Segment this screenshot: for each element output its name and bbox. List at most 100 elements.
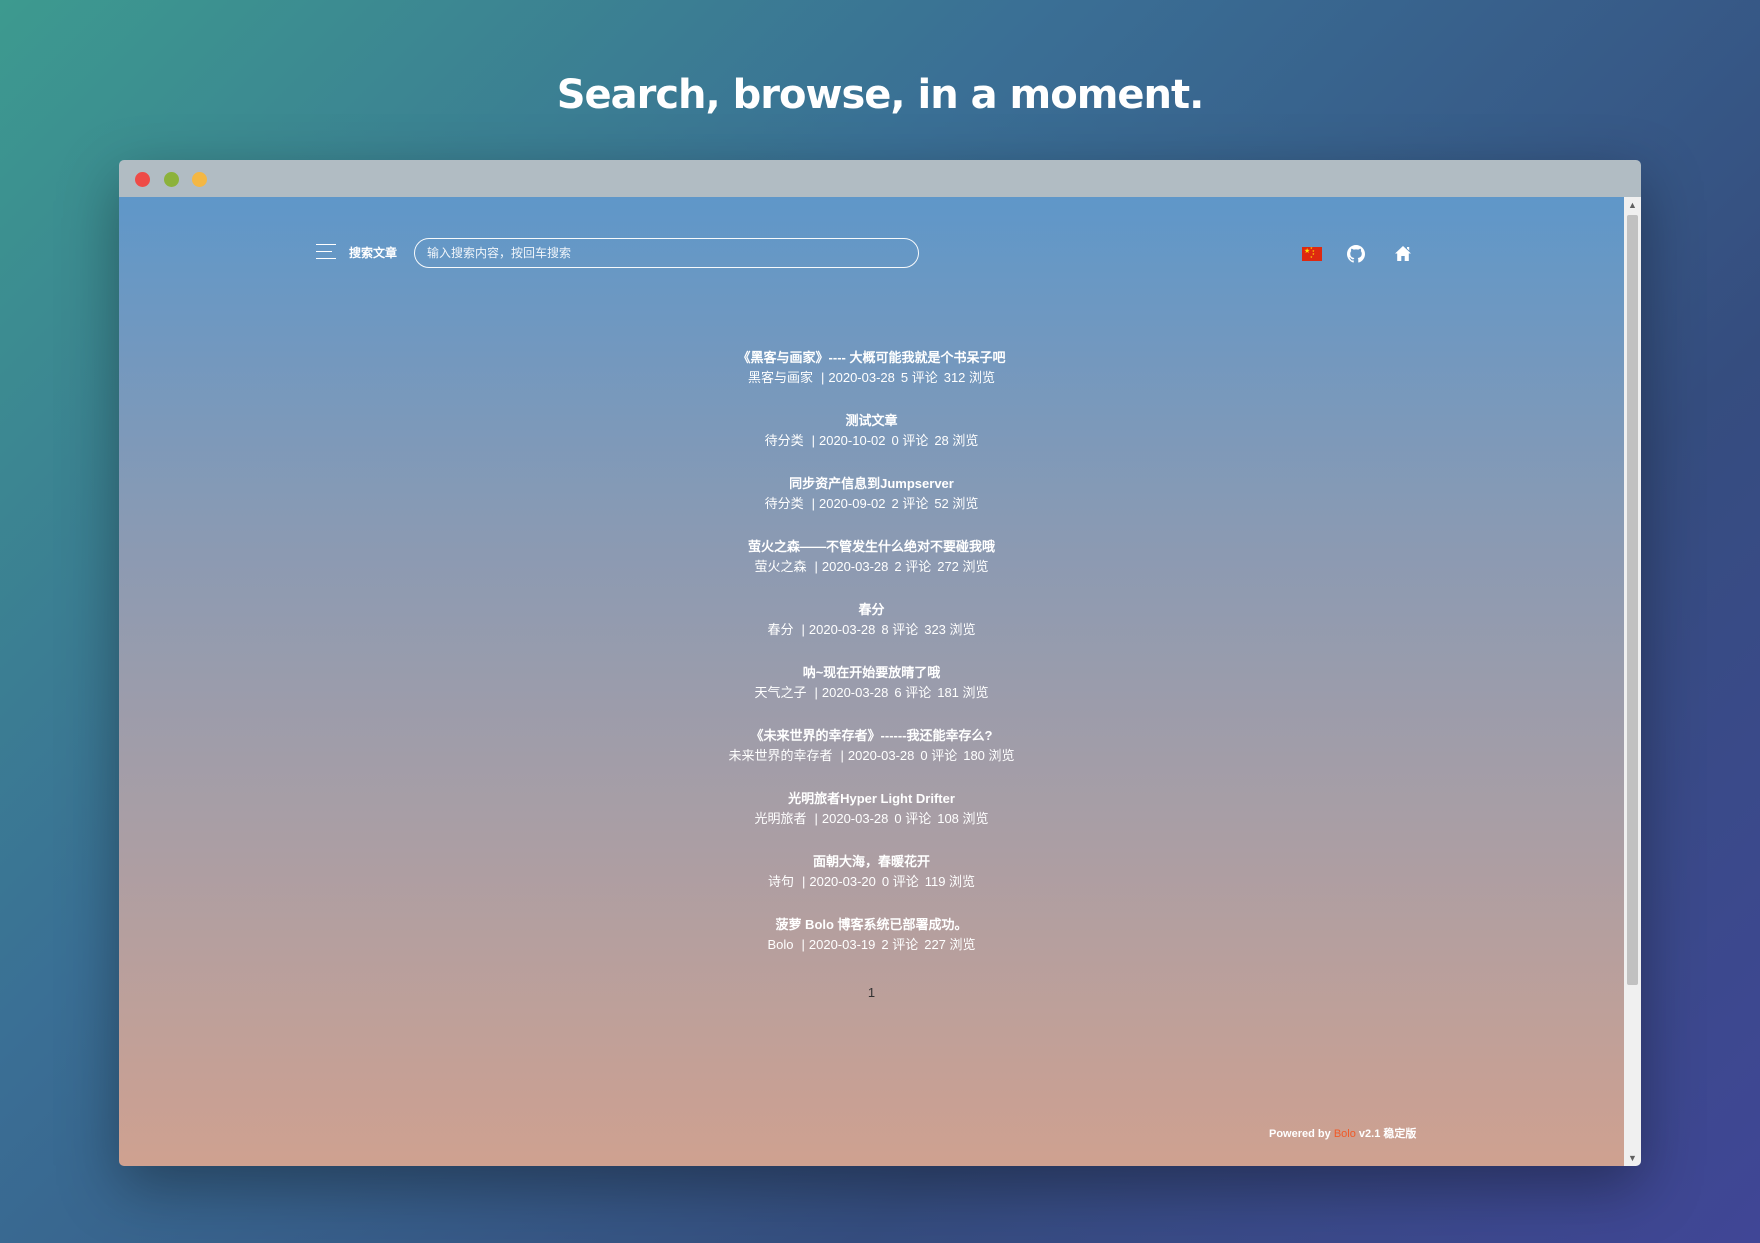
post-category-link[interactable]: 光明旅者 <box>754 811 806 826</box>
post-title-link[interactable]: 菠萝 Bolo 博客系统已部署成功。 <box>119 915 1624 935</box>
post-title-link[interactable]: 《黑客与画家》---- 大概可能我就是个书呆子吧 <box>119 348 1624 368</box>
post-comments: 8 评论 <box>881 622 919 637</box>
footer-version: v2.1 稳定版 <box>1358 1128 1417 1140</box>
post-views: 227 浏览 <box>924 937 976 952</box>
post-category-link[interactable]: 诗句 <box>768 874 794 889</box>
post-comments: 0 评论 <box>891 433 929 448</box>
post-item: 面朝大海，春暖花开诗句 | 2020-03-20 0 评论 119 浏览 <box>119 852 1624 915</box>
post-item: 《未来世界的幸存者》------我还能幸存么? 未来世界的幸存者 | 2020-03-… <box>119 726 1624 789</box>
maximize-window-dot[interactable] <box>192 172 207 187</box>
post-meta: 待分类 | 2020-10-02 0 评论 28 浏览 <box>119 431 1624 451</box>
meta-separator: | <box>814 559 818 574</box>
post-item: 菠萝 Bolo 博客系统已部署成功。 Bolo | 2020-03-19 2 评论 227… <box>119 915 1624 978</box>
post-category-link[interactable]: 黑客与画家 <box>748 370 813 385</box>
post-views: 119 浏览 <box>924 874 976 889</box>
post-title-link[interactable]: 同步资产信息到Jumpserver <box>119 474 1624 494</box>
post-date: 2020-03-28 <box>828 370 895 385</box>
post-views: 52 浏览 <box>934 496 979 511</box>
post-date: 2020-03-28 <box>821 811 889 826</box>
post-meta: 未来世界的幸存者 | 2020-03-28 0 评论 180 浏览 <box>119 746 1624 766</box>
post-comments: 0 评论 <box>920 748 958 763</box>
post-comments: 6 评论 <box>894 685 932 700</box>
post-title-link[interactable]: 萤火之森——不管发生什么绝对不要碰我哦 <box>119 537 1624 557</box>
post-comments: 2 评论 <box>881 937 919 952</box>
meta-separator: | <box>801 622 805 637</box>
china-flag-icon[interactable]: ★ ★ ★ ★ ★ <box>1302 247 1322 261</box>
post-meta: 春分 | 2020-03-28 8 评论 323 浏览 <box>119 620 1624 640</box>
post-item: 光明旅者Hyper Light Drifter 光明旅者 | 2020-03-28 0 … <box>119 789 1624 852</box>
post-category-link[interactable]: 天气之子 <box>754 685 806 700</box>
post-date: 2020-03-28 <box>821 685 889 700</box>
post-comments: 0 评论 <box>894 811 932 826</box>
post-item: 《黑客与画家》---- 大概可能我就是个书呆子吧黑客与画家 | 2020-03-28… <box>119 348 1624 411</box>
post-date: 2020-10-02 <box>818 433 886 448</box>
post-list: 《黑客与画家》---- 大概可能我就是个书呆子吧 黑客与画家 | 2020-03-28… <box>119 348 1624 978</box>
browser-window: 搜索文章 ★ ★ ★ ★ ★ 《黑客与画家》---- 大概可能我就是个书呆子吧黑… <box>119 160 1641 1166</box>
meta-separator: | <box>820 370 825 385</box>
page-viewport: 搜索文章 ★ ★ ★ ★ ★ 《黑客与画家》---- 大概可能我就是个书呆子吧黑… <box>119 197 1624 1166</box>
headline: Search, browse, in a moment. <box>556 72 1205 118</box>
post-date: 2020-03-19 <box>808 937 876 952</box>
post-comments: 0 评论 <box>881 874 919 889</box>
post-title-link[interactable]: 《未来世界的幸存者》------我还能幸存么? <box>119 726 1624 746</box>
post-date: 2020-03-28 <box>821 559 889 574</box>
meta-separator: | <box>840 748 844 763</box>
page-number-current[interactable]: 1 <box>868 985 875 1000</box>
home-icon[interactable] <box>1394 245 1412 262</box>
post-views: 312 浏览 <box>943 370 996 385</box>
post-views: 181 浏览 <box>937 685 989 700</box>
post-views: 180 浏览 <box>963 748 1015 763</box>
post-item: 同步资产信息到Jumpserver 待分类 | 2020-09-02 2 评论 52 浏览 <box>119 474 1624 537</box>
minimize-window-dot[interactable] <box>164 172 179 187</box>
post-views: 108 浏览 <box>937 811 989 826</box>
post-title-link[interactable]: 光明旅者Hyper Light Drifter <box>119 789 1624 809</box>
post-title-link[interactable]: 呐~现在开始要放晴了哦 <box>119 663 1624 683</box>
post-comments: 2 评论 <box>894 559 932 574</box>
search-input[interactable] <box>414 238 919 268</box>
post-meta: 诗句 | 2020-03-20 0 评论 119 浏览 <box>119 872 1624 892</box>
post-meta: 黑客与画家 | 2020-03-28 5 评论 312 浏览 <box>119 368 1624 388</box>
post-meta: 天气之子 | 2020-03-28 6 评论 181 浏览 <box>119 683 1624 703</box>
footer-brand-link[interactable]: Bolo <box>1334 1128 1356 1140</box>
post-views: 323 浏览 <box>924 622 976 637</box>
close-window-dot[interactable] <box>135 172 150 187</box>
post-date: 2020-03-28 <box>808 622 876 637</box>
pagination: 1 <box>119 985 1624 1000</box>
scrollbar-thumb[interactable] <box>1627 215 1638 985</box>
post-category-link[interactable]: 未来世界的幸存者 <box>728 748 832 763</box>
meta-separator: | <box>801 874 806 889</box>
post-meta: 萤火之森 | 2020-03-28 2 评论 272 浏览 <box>119 557 1624 577</box>
meta-separator: | <box>811 433 815 448</box>
scroll-up-arrow-icon[interactable]: ▲ <box>1624 197 1641 213</box>
post-category-link[interactable]: 萤火之森 <box>754 559 806 574</box>
post-meta: Bolo | 2020-03-19 2 评论 227 浏览 <box>119 935 1624 955</box>
meta-separator: | <box>811 496 815 511</box>
post-category-link[interactable]: 待分类 <box>765 433 804 448</box>
menu-icon[interactable] <box>316 242 338 260</box>
footer: Powered by Bolo v2.1 稳定版 <box>1269 1125 1416 1141</box>
post-title-link[interactable]: 测试文章 <box>119 411 1624 431</box>
meta-separator: | <box>814 811 818 826</box>
vertical-scrollbar[interactable]: ▲ ▼ <box>1624 197 1641 1166</box>
post-category-link[interactable]: 春分 <box>767 622 793 637</box>
post-item: 测试文章待分类 | 2020-10-02 0 评论 28 浏览 <box>119 411 1624 474</box>
post-meta: 光明旅者 | 2020-03-28 0 评论 108 浏览 <box>119 809 1624 829</box>
post-date: 2020-03-20 <box>809 874 876 889</box>
post-category-link[interactable]: Bolo <box>767 937 793 952</box>
post-comments: 2 评论 <box>891 496 929 511</box>
search-label: 搜索文章 <box>349 246 398 260</box>
post-views: 272 浏览 <box>937 559 989 574</box>
post-date: 2020-09-02 <box>818 496 886 511</box>
scroll-down-arrow-icon[interactable]: ▼ <box>1624 1150 1641 1166</box>
post-title-link[interactable]: 春分 <box>119 600 1624 620</box>
footer-powered-by: Powered by <box>1269 1128 1331 1140</box>
post-title-link[interactable]: 面朝大海，春暖花开 <box>119 852 1624 872</box>
post-views: 28 浏览 <box>934 433 979 448</box>
post-comments: 5 评论 <box>900 370 938 385</box>
post-category-link[interactable]: 待分类 <box>765 496 804 511</box>
meta-separator: | <box>814 685 818 700</box>
post-date: 2020-03-28 <box>847 748 915 763</box>
github-icon[interactable] <box>1347 245 1365 263</box>
meta-separator: | <box>801 937 805 952</box>
post-item: 呐~现在开始要放晴了哦天气之子 | 2020-03-28 6 评论 181 浏览 <box>119 663 1624 726</box>
